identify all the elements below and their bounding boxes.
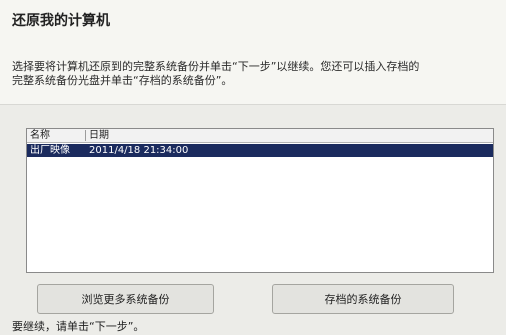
- page-title: 还原我的计算机: [12, 13, 110, 29]
- instructions-line-2: 完整系统备份光盘并单击“存档的系统备份”。: [12, 74, 233, 87]
- backup-list-header: 名称 日期: [27, 129, 493, 143]
- column-header-name[interactable]: 名称: [30, 129, 50, 142]
- browse-more-backups-button[interactable]: 浏览更多系统备份: [37, 284, 214, 314]
- instructions-line-1: 选择要将计算机还原到的完整系统备份并单击“下一步”以继续。您还可以插入存档的: [12, 60, 420, 73]
- backup-name-cell: 出厂映像: [30, 145, 70, 156]
- header-area: 还原我的计算机 选择要将计算机还原到的完整系统备份并单击“下一步”以继续。您还可…: [0, 0, 506, 104]
- column-header-date[interactable]: 日期: [89, 129, 109, 142]
- instructions-text: 选择要将计算机还原到的完整系统备份并单击“下一步”以继续。您还可以插入存档的 完…: [12, 60, 506, 88]
- backup-list-row[interactable]: 出厂映像 2011/4/18 21:34:00: [27, 144, 493, 157]
- column-separator[interactable]: [85, 130, 86, 141]
- archived-backup-button[interactable]: 存档的系统备份: [272, 284, 454, 314]
- backup-date-cell: 2011/4/18 21:34:00: [89, 145, 189, 156]
- continue-hint: 要继续，请单击“下一步”。: [12, 320, 145, 333]
- backup-list[interactable]: 名称 日期 出厂映像 2011/4/18 21:34:00: [26, 128, 494, 273]
